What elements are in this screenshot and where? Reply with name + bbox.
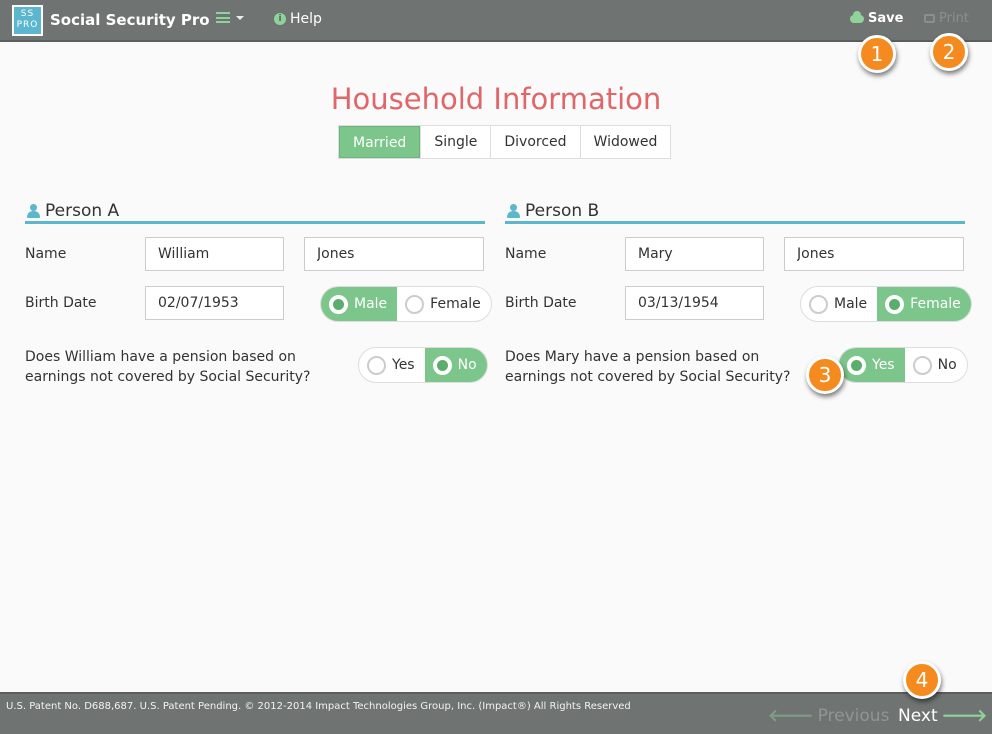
help-button[interactable]: i Help [274, 11, 322, 27]
radio-empty-icon [809, 294, 828, 314]
first-name-input[interactable] [625, 237, 764, 271]
info-icon: i [274, 13, 286, 25]
footer-bar: U.S. Patent No. D688,687. U.S. Patent Pe… [0, 692, 992, 734]
printer-icon [924, 14, 935, 23]
option-label: No [457, 357, 477, 373]
option-label: No [937, 357, 957, 373]
arrow-right-icon: 🡒 [941, 706, 988, 726]
person-b-header: Person B [505, 200, 965, 224]
callout-badge-2: 2 [930, 33, 968, 71]
print-label: Print [939, 11, 969, 26]
app-title[interactable]: Social Security Pro [50, 11, 210, 29]
callout-badge-4: 4 [903, 661, 941, 699]
birth-date-input[interactable] [625, 286, 764, 320]
list-icon [216, 12, 230, 23]
gender-toggle: Male Female [320, 286, 492, 322]
gender-toggle: Male Female [800, 286, 972, 322]
pension-option-no[interactable]: No [424, 348, 487, 382]
option-label: Female [430, 296, 481, 312]
tab-married[interactable]: Married [339, 126, 421, 158]
person-a-title: Person A [45, 200, 120, 221]
radio-selected-icon [885, 294, 905, 314]
person-b-title: Person B [525, 200, 600, 221]
last-name-input[interactable] [784, 237, 964, 271]
name-label: Name [505, 246, 547, 262]
logo-text-bottom: PRO [16, 20, 39, 30]
gender-option-female[interactable]: Female [877, 287, 971, 321]
pension-question: Does William have a pension based on ear… [25, 349, 311, 385]
save-label: Save [868, 11, 904, 26]
birth-date-label: Birth Date [25, 295, 97, 311]
previous-label: Previous [817, 706, 890, 726]
radio-selected-icon [329, 294, 348, 314]
top-navbar: SS PRO Social Security Pro i Help Save P… [0, 0, 992, 42]
logo-text-top: SS [20, 9, 35, 19]
next-button[interactable]: Next 🡒 [898, 706, 987, 726]
gender-option-female[interactable]: Female [397, 287, 491, 321]
page-title: Household Information [330, 82, 662, 116]
option-label: Male [354, 296, 388, 312]
help-label: Help [290, 11, 322, 27]
first-name-input[interactable] [145, 237, 284, 271]
tab-single[interactable]: Single [420, 126, 490, 158]
person-a-header: Person A [25, 200, 485, 224]
person-b-panel: Person B Name Birth Date Male Female Doe… [505, 200, 972, 385]
option-label: Yes [392, 357, 415, 373]
pension-question: Does Mary have a pension based on earnin… [505, 349, 791, 385]
pension-toggle: Yes No [358, 347, 488, 383]
menu-dropdown-button[interactable] [216, 12, 244, 23]
callout-badge-1: 1 [858, 35, 896, 73]
tab-divorced[interactable]: Divorced [490, 126, 579, 158]
copyright-text: U.S. Patent No. D688,687. U.S. Patent Pe… [6, 701, 631, 712]
callout-badge-3: 3 [806, 356, 844, 394]
user-icon [507, 203, 520, 218]
radio-empty-icon [367, 355, 386, 375]
tab-widowed[interactable]: Widowed [579, 126, 671, 158]
person-a-panel: Person A Name Birth Date Male Female Doe… [25, 200, 492, 385]
last-name-input[interactable] [304, 237, 484, 271]
print-button[interactable]: Print [924, 11, 969, 26]
next-label: Next [898, 706, 938, 726]
radio-selected-icon [847, 355, 866, 375]
user-icon [27, 203, 40, 218]
gender-option-male[interactable]: Male [321, 287, 398, 321]
birth-date-label: Birth Date [505, 295, 577, 311]
marital-status-tabs: Married Single Divorced Widowed [338, 125, 672, 159]
pension-toggle: Yes No [838, 347, 968, 383]
pension-option-no[interactable]: No [905, 348, 967, 382]
pension-option-yes[interactable]: Yes [839, 348, 905, 382]
option-label: Female [910, 296, 961, 312]
radio-selected-icon [432, 355, 452, 375]
birth-date-input[interactable] [145, 286, 284, 320]
save-button[interactable]: Save [850, 10, 904, 26]
app-logo[interactable]: SS PRO [12, 5, 43, 36]
arrow-left-icon: 🡐 [768, 706, 814, 726]
cloud-icon [850, 10, 864, 23]
gender-option-male[interactable]: Male [801, 287, 877, 321]
radio-empty-icon [912, 355, 932, 375]
caret-down-icon [236, 15, 244, 20]
previous-button[interactable]: 🡐 Previous [768, 706, 889, 726]
pension-option-yes[interactable]: Yes [359, 348, 425, 382]
option-label: Male [834, 296, 868, 312]
name-label: Name [25, 246, 67, 262]
option-label: Yes [872, 357, 895, 373]
radio-empty-icon [405, 294, 425, 314]
